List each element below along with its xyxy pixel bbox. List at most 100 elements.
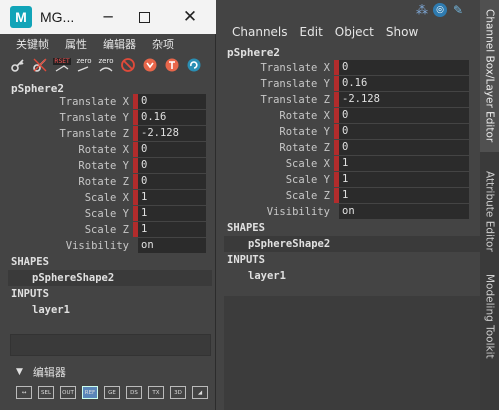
attr-value[interactable]: 0	[339, 140, 469, 155]
menu-object[interactable]: Object	[335, 25, 374, 39]
tx-button[interactable]: TX	[148, 386, 164, 399]
attr-row-translate-z[interactable]: Translate Z -2.128	[224, 92, 469, 107]
tab-modeling-toolkit[interactable]: Modeling Toolkit	[480, 266, 499, 366]
attr-row-scale-x[interactable]: Scale X 1	[8, 190, 206, 205]
shape-item[interactable]: pSphereShape2	[224, 236, 480, 252]
tab-label: Attribute Editor	[483, 170, 496, 252]
attr-value[interactable]: on	[138, 238, 206, 253]
out-button[interactable]: OUT	[60, 386, 76, 399]
menu-misc[interactable]: 杂项	[152, 36, 174, 52]
ds-button[interactable]: DS	[126, 386, 142, 399]
reset-label: RSET	[53, 57, 71, 65]
sel-button[interactable]: SEL	[38, 386, 54, 399]
attr-row-scale-z[interactable]: Scale Z 1	[224, 188, 469, 203]
move-button[interactable]: ↔	[16, 386, 32, 399]
attr-row-scale-x[interactable]: Scale X 1	[224, 156, 469, 171]
attr-value[interactable]: 0	[339, 60, 469, 75]
menu-channels[interactable]: Channels	[232, 25, 288, 39]
object-name[interactable]: pSphere2	[227, 46, 280, 59]
input-item[interactable]: layer1	[32, 304, 70, 316]
zero-rotate-button[interactable]: zero	[96, 55, 116, 75]
menu-attribute[interactable]: 属性	[65, 36, 87, 52]
layer-editor-area	[224, 296, 480, 410]
shape-item[interactable]: pSphereShape2	[8, 270, 212, 286]
attr-value[interactable]: 1	[339, 172, 469, 187]
attr-value[interactable]: 1	[339, 188, 469, 203]
editor-button-row: ↔ SEL OUT REF GE DS TX 3D ◢	[16, 386, 208, 399]
footer-label: 编辑器	[32, 366, 66, 379]
minimize-button[interactable]: ─	[88, 0, 128, 34]
attr-row-scale-z[interactable]: Scale Z 1	[8, 222, 206, 237]
attr-label: Translate Z	[260, 93, 330, 106]
pencil-icon[interactable]: ✎	[451, 3, 465, 17]
float-channel-box: pSphere2 Translate X 0 Translate Y 0.16 …	[8, 80, 212, 360]
menu-show[interactable]: Show	[386, 25, 418, 39]
attr-value[interactable]: 0.16	[138, 110, 206, 125]
attr-row-scale-y[interactable]: Scale Y 1	[8, 206, 206, 221]
footer-header[interactable]: ▼ 编辑器	[16, 364, 66, 380]
key-delete-icon[interactable]	[30, 55, 50, 75]
attr-row-rotate-y[interactable]: Rotate Y 0	[224, 124, 469, 139]
menu-editor[interactable]: 编辑器	[103, 36, 136, 52]
close-icon: ✕	[182, 7, 198, 27]
refresh-icon[interactable]	[184, 55, 204, 75]
attr-value[interactable]: 1	[138, 206, 206, 221]
attr-value[interactable]: 0	[138, 94, 206, 109]
attr-value[interactable]: 1	[138, 190, 206, 205]
tab-channel-box[interactable]: Channel Box/Layer Editor	[480, 0, 499, 152]
3d-button[interactable]: 3D	[170, 386, 186, 399]
attr-value[interactable]: 0	[339, 108, 469, 123]
attr-value[interactable]: 0	[339, 124, 469, 139]
resize-button[interactable]: ◢	[192, 386, 208, 399]
ref-button[interactable]: REF	[82, 386, 98, 399]
close-button[interactable]: ✕	[170, 0, 210, 34]
attr-value[interactable]: 0.16	[339, 76, 469, 91]
attr-row-rotate-x[interactable]: Rotate X 0	[8, 142, 206, 157]
attr-row-translate-y[interactable]: Translate Y 0.16	[224, 76, 469, 91]
ge-button[interactable]: GE	[104, 386, 120, 399]
attr-value[interactable]: -2.128	[339, 92, 469, 107]
inputs-header[interactable]: INPUTS	[11, 288, 49, 300]
key-icon[interactable]	[8, 55, 28, 75]
attr-row-translate-x[interactable]: Translate X 0	[224, 60, 469, 75]
maximize-button[interactable]	[124, 0, 164, 34]
shapes-header[interactable]: SHAPES	[11, 256, 49, 268]
attr-row-visibility[interactable]: Visibility on	[224, 204, 469, 219]
no-entry-icon[interactable]	[118, 55, 138, 75]
layer-list-area[interactable]	[10, 334, 211, 356]
attr-value[interactable]: 0	[138, 158, 206, 173]
attr-row-visibility[interactable]: Visibility on	[8, 238, 206, 253]
hierarchy-icon[interactable]: ⁂	[415, 3, 429, 17]
attr-row-rotate-x[interactable]: Rotate X 0	[224, 108, 469, 123]
attr-row-rotate-y[interactable]: Rotate Y 0	[8, 158, 206, 173]
reset-button[interactable]: RSET	[52, 55, 72, 75]
attr-row-translate-x[interactable]: Translate X 0	[8, 94, 206, 109]
collapse-triangle-icon[interactable]: ▼	[16, 367, 23, 377]
target-icon[interactable]: ◎	[433, 3, 447, 17]
window-titlebar[interactable]: M MG... ─ ✕	[0, 0, 216, 34]
attr-value[interactable]: on	[339, 204, 469, 219]
attr-value[interactable]: 0	[138, 142, 206, 157]
editor-footer: ▼ 编辑器 ↔ SEL OUT REF GE DS TX 3D ◢	[10, 362, 211, 410]
tab-attribute-editor[interactable]: Attribute Editor	[480, 158, 499, 264]
attr-value[interactable]: 1	[138, 222, 206, 237]
attr-row-rotate-z[interactable]: Rotate Z 0	[224, 140, 469, 155]
attr-label: Translate Y	[260, 77, 330, 90]
menu-edit[interactable]: Edit	[300, 25, 323, 39]
menu-keyframe[interactable]: 关键帧	[16, 36, 49, 52]
attr-row-translate-z[interactable]: Translate Z -2.128	[8, 126, 206, 141]
select-key-icon[interactable]	[140, 55, 160, 75]
attr-value[interactable]: 1	[339, 156, 469, 171]
attr-row-translate-y[interactable]: Translate Y 0.16	[8, 110, 206, 125]
shapes-header[interactable]: SHAPES	[227, 222, 265, 234]
zero-translate-button[interactable]: zero	[74, 55, 94, 75]
attr-row-rotate-z[interactable]: Rotate Z 0	[8, 174, 206, 189]
attr-row-scale-y[interactable]: Scale Y 1	[224, 172, 469, 187]
input-item[interactable]: layer1	[248, 270, 286, 282]
attr-label: Scale X	[84, 191, 129, 204]
float-menu-bar: 关键帧 属性 编辑器 杂项	[0, 34, 216, 54]
inputs-header[interactable]: INPUTS	[227, 254, 265, 266]
attr-value[interactable]: 0	[138, 174, 206, 189]
filter-key-icon[interactable]	[162, 55, 182, 75]
attr-value[interactable]: -2.128	[138, 126, 206, 141]
